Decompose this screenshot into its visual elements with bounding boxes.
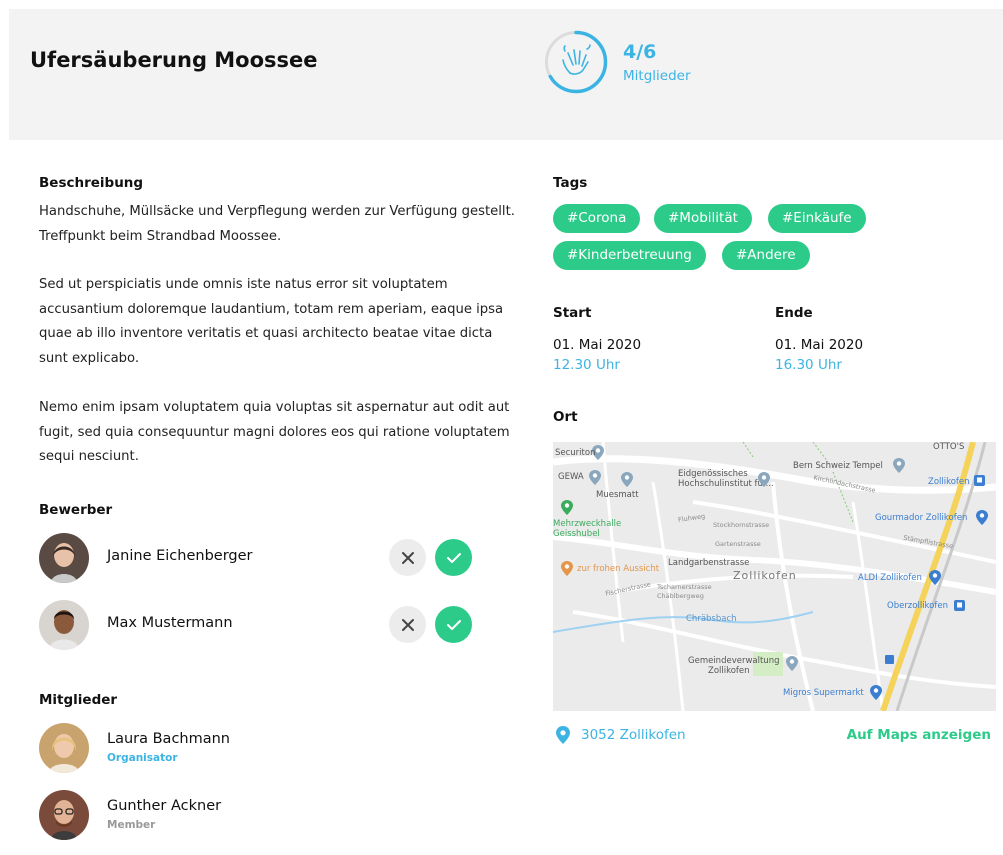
avatar [39,533,89,583]
map-pin-icon [976,510,988,525]
members-count-label: Mitglieder [623,68,691,84]
members-title: Mitglieder [39,692,118,708]
description-paragraph-2: Sed ut perspiciatis unde omnis iste natu… [39,277,504,366]
applicant-name: Janine Eichenberger [107,548,253,564]
member-name: Gunther Ackner [107,798,222,814]
tag-mobilitaet[interactable]: #Mobilität [654,204,752,233]
members-progress-ring [544,30,608,94]
check-icon [446,552,461,563]
location-map[interactable]: Securiton GEWA Muesmatt Eidgenössisches … [553,442,996,711]
map-pin-icon [870,685,882,700]
page-title: Ufersäuberung Moossee [30,48,318,72]
member-role: Organisator [107,752,178,764]
event-header [9,9,1003,140]
member-role: Member [107,819,156,831]
map-pin-icon [893,458,905,473]
start-time: 12.30 Uhr [553,357,620,373]
applicants-title: Bewerber [39,502,113,518]
close-icon [401,551,414,564]
end-date: 01. Mai 2020 [775,337,864,353]
tag-andere[interactable]: #Andere [722,241,810,270]
member-row: Gunther Ackner Member [39,790,479,842]
map-pin-icon [561,561,573,576]
waving-hand-icon [562,44,591,75]
applicant-name: Max Mustermann [107,615,233,631]
map-pin-icon [786,656,798,671]
location-pin-icon [556,726,570,744]
open-in-maps-link[interactable]: Auf Maps anzeigen [847,727,991,743]
highway-shield-icon [885,655,894,664]
tag-corona[interactable]: #Corona [553,204,641,233]
accept-applicant-button[interactable] [435,606,472,643]
members-count: 4/6 [623,41,657,63]
check-icon [446,619,461,630]
avatar [39,790,89,840]
accept-applicant-button[interactable] [435,539,472,576]
location-address: 3052 Zollikofen [581,727,686,743]
map-pin-icon [589,470,601,485]
reject-applicant-button[interactable] [389,539,426,576]
end-time: 16.30 Uhr [775,357,842,373]
end-label: Ende [775,305,813,321]
map-pin-icon [758,472,770,487]
reject-applicant-button[interactable] [389,606,426,643]
description-paragraph-1: Handschuhe, Müllsäcke und Verpflegung we… [39,204,515,244]
close-icon [401,618,414,631]
location-title: Ort [553,409,578,425]
train-station-icon [954,600,965,611]
tags-title: Tags [553,175,588,191]
map-pin-icon [929,570,941,585]
train-station-icon [974,475,985,486]
map-pin-icon [561,500,573,515]
applicant-row: Janine Eichenberger [39,533,479,585]
applicant-row: Max Mustermann [39,600,479,652]
member-row: Laura Bachmann Organisator [39,723,479,775]
tag-kinderbetreuung[interactable]: #Kinderbetreuung [553,241,706,270]
member-name: Laura Bachmann [107,731,230,747]
start-label: Start [553,305,592,321]
map-pin-icon [621,472,633,487]
tag-einkaeufe[interactable]: #Einkäufe [768,204,866,233]
description-paragraph-3: Nemo enim ipsam voluptatem quia voluptas… [39,400,510,464]
start-date: 01. Mai 2020 [553,337,642,353]
avatar [39,723,89,773]
description-title: Beschreibung [39,175,144,191]
avatar [39,600,89,650]
